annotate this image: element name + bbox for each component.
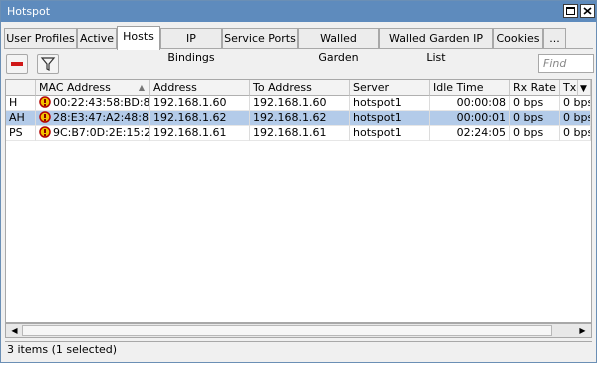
tab-divider: [4, 48, 593, 49]
minus-icon: [11, 62, 23, 66]
cell-idle-time: 00:00:01: [430, 111, 510, 126]
host-status-icon: [39, 96, 51, 108]
cell-address: 192.168.1.60: [150, 96, 250, 111]
filter-icon: [40, 57, 56, 71]
tab-more[interactable]: ...: [543, 28, 566, 49]
hosts-table: MAC Address ▲ Address To Address Server …: [5, 79, 592, 323]
column-header-rx-rate[interactable]: Rx Rate: [510, 80, 560, 96]
column-menu-button[interactable]: ▼: [578, 80, 591, 96]
tab-walled-garden[interactable]: Walled Garden: [298, 28, 379, 64]
table-row[interactable]: H 00:22:43:58:BD:88 192.168.1.60 192.168…: [6, 96, 591, 111]
cell-to-address: 192.168.1.60: [250, 96, 350, 111]
column-header-idle-time[interactable]: Idle Time: [430, 80, 510, 96]
cell-flags: H: [6, 96, 36, 111]
cell-flags: AH: [6, 111, 36, 126]
table-row[interactable]: PS 9C:B7:0D:2E:15:20 192.168.1.61 192.16…: [6, 126, 591, 141]
cell-rx-rate: 0 bps: [510, 96, 560, 111]
restore-button[interactable]: [563, 4, 578, 18]
cell-flags: PS: [6, 126, 36, 141]
tab-hosts[interactable]: Hosts: [117, 26, 160, 50]
cell-address: 192.168.1.61: [150, 126, 250, 141]
column-header-mac-address[interactable]: MAC Address ▲: [36, 80, 150, 96]
host-status-icon: [39, 111, 51, 123]
cell-tx-rate: 0 bps: [560, 126, 591, 141]
mac-text: 28:E3:47:A2:48:88: [53, 111, 150, 124]
cell-tx-rate: 0 bps: [560, 111, 591, 126]
status-bar: 3 items (1 selected): [5, 341, 592, 359]
cell-mac: 00:22:43:58:BD:88: [36, 96, 150, 111]
column-header-tx-rate[interactable]: Tx R: [560, 80, 578, 96]
cell-rx-rate: 0 bps: [510, 111, 560, 126]
cell-idle-time: 02:24:05: [430, 126, 510, 141]
sort-ascending-icon: ▲: [138, 83, 145, 92]
filter-button[interactable]: [37, 54, 59, 74]
column-header-address[interactable]: Address: [150, 80, 250, 96]
cell-address: 192.168.1.62: [150, 111, 250, 126]
find-input[interactable]: Find: [538, 54, 594, 73]
cell-tx-rate: 0 bps: [560, 96, 591, 111]
column-header-to-address[interactable]: To Address: [250, 80, 350, 96]
cell-mac: 9C:B7:0D:2E:15:20: [36, 126, 150, 141]
tab-service-ports[interactable]: Service Ports: [222, 28, 298, 49]
cell-server: hotspot1: [350, 126, 430, 141]
tab-walled-garden-ip-list[interactable]: Walled Garden IP List: [379, 28, 493, 64]
tab-cookies[interactable]: Cookies: [493, 28, 543, 49]
scroll-left-icon[interactable]: ◀: [8, 325, 21, 336]
title-bar[interactable]: Hotspot: [1, 1, 596, 22]
cell-rx-rate: 0 bps: [510, 126, 560, 141]
close-icon: [583, 7, 592, 15]
tab-user-profiles[interactable]: User Profiles: [4, 28, 77, 49]
tab-ip-bindings[interactable]: IP Bindings: [160, 28, 222, 64]
mac-text: 9C:B7:0D:2E:15:20: [53, 126, 150, 139]
cell-server: hotspot1: [350, 96, 430, 111]
cell-idle-time: 00:00:08: [430, 96, 510, 111]
host-status-icon: [39, 126, 51, 138]
cell-to-address: 192.168.1.62: [250, 111, 350, 126]
scroll-right-icon[interactable]: ▶: [576, 325, 589, 336]
horizontal-scrollbar[interactable]: ◀ ▶: [5, 323, 592, 338]
cell-server: hotspot1: [350, 111, 430, 126]
column-header-server[interactable]: Server: [350, 80, 430, 96]
cell-to-address: 192.168.1.61: [250, 126, 350, 141]
scrollbar-thumb[interactable]: [22, 325, 552, 336]
column-header-flags[interactable]: [6, 80, 36, 96]
window-title: Hotspot: [7, 5, 51, 18]
hotspot-window: Hotspot User Profiles Active Hosts IP Bi…: [0, 0, 597, 363]
cell-mac: 28:E3:47:A2:48:88: [36, 111, 150, 126]
column-header-label: MAC Address: [39, 81, 111, 94]
close-button[interactable]: [580, 4, 595, 18]
remove-button[interactable]: [6, 54, 28, 74]
tab-active[interactable]: Active: [77, 28, 117, 49]
table-row-selected[interactable]: AH 28:E3:47:A2:48:88 192.168.1.62 192.16…: [6, 111, 591, 126]
dropdown-arrow-icon: ▼: [580, 84, 587, 94]
mac-text: 00:22:43:58:BD:88: [53, 96, 150, 109]
